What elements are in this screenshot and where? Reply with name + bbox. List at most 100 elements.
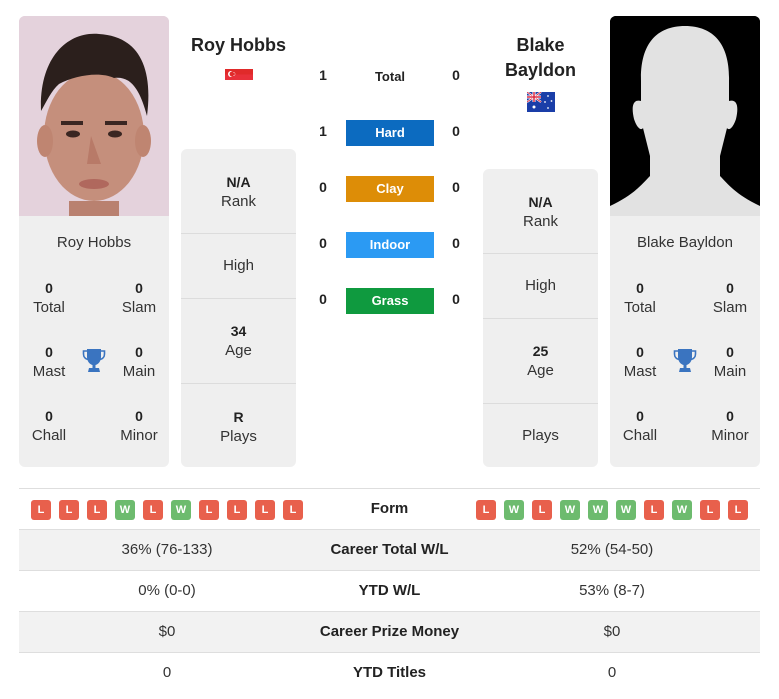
row-label: Career Total W/L bbox=[330, 541, 449, 558]
form-loss-badge[interactable]: L bbox=[199, 500, 219, 520]
comparison-row: 0 YTD Titles 0 bbox=[19, 652, 760, 693]
row-label: YTD W/L bbox=[358, 582, 421, 599]
form-loss-badge[interactable]: L bbox=[87, 500, 107, 520]
player2-card: Blake Bayldon 0 Total 0 Slam 0 Mast 0 Ma… bbox=[610, 16, 760, 467]
form-win-badge[interactable]: W bbox=[504, 500, 524, 520]
form-win-badge[interactable]: W bbox=[672, 500, 692, 520]
title-label: Total bbox=[624, 299, 656, 316]
player1-value: $0 bbox=[158, 623, 176, 640]
player2-titles-main: 0 Main bbox=[700, 342, 760, 382]
player2-card-name[interactable]: Blake Bayldon bbox=[610, 234, 760, 256]
player1-value: 36% (76-133) bbox=[121, 541, 213, 558]
form-loss-badge[interactable]: L bbox=[283, 500, 303, 520]
player1-high: High bbox=[181, 233, 296, 298]
player2-name-first: Blake bbox=[516, 35, 565, 55]
australia-flag-icon bbox=[526, 91, 555, 117]
form-loss-badge[interactable]: L bbox=[700, 500, 720, 520]
age-label: Age bbox=[527, 362, 554, 379]
player2-high: High bbox=[483, 253, 598, 318]
form-loss-badge[interactable]: L bbox=[59, 500, 79, 520]
player2-value: 0 bbox=[607, 664, 617, 681]
form-loss-badge[interactable]: L bbox=[532, 500, 552, 520]
form-win-badge[interactable]: W bbox=[588, 500, 608, 520]
rank-value: N/A bbox=[528, 194, 553, 210]
player1-name[interactable]: Roy Hobbs bbox=[181, 33, 296, 58]
h2h-p2-total: 0 bbox=[452, 67, 460, 83]
title-label: Minor bbox=[711, 427, 749, 444]
player1-titles-main: 0 Main bbox=[109, 342, 169, 382]
form-row: LLLWLWLLLL Form LWLWWWLWLL bbox=[19, 488, 760, 529]
comparison-row: 36% (76-133) Career Total W/L 52% (54-50… bbox=[19, 529, 760, 570]
player2-value: 53% (8-7) bbox=[579, 582, 645, 599]
form-win-badge[interactable]: W bbox=[560, 500, 580, 520]
form-loss-badge[interactable]: L bbox=[31, 500, 51, 520]
title-count: 0 bbox=[45, 408, 53, 424]
surface-hard-badge[interactable]: Hard bbox=[346, 120, 434, 146]
h2h-p1-clay: 0 bbox=[319, 179, 327, 195]
comparison-row: $0 Career Prize Money $0 bbox=[19, 611, 760, 652]
rank-label: Rank bbox=[220, 193, 257, 210]
player2-rank: N/A Rank bbox=[483, 169, 598, 253]
player1-stats: N/A Rank High 34 Age R Plays bbox=[181, 149, 296, 467]
title-count: 0 bbox=[45, 344, 53, 360]
player2-titles-total: 0 Total bbox=[610, 278, 670, 318]
plays-value: R bbox=[233, 409, 244, 425]
title-count: 0 bbox=[135, 344, 143, 360]
player2-photo[interactable] bbox=[610, 16, 760, 216]
singapore-flag-icon bbox=[225, 67, 253, 85]
h2h-p2-grass: 0 bbox=[452, 291, 460, 307]
player1-photo[interactable] bbox=[19, 16, 169, 216]
high-label: High bbox=[223, 257, 254, 274]
h2h-p2-indoor: 0 bbox=[452, 235, 460, 251]
trophy-icon bbox=[673, 348, 697, 374]
comparison-row: 0% (0-0) YTD W/L 53% (8-7) bbox=[19, 570, 760, 611]
player1-value: 0% (0-0) bbox=[138, 582, 196, 599]
form-loss-badge[interactable]: L bbox=[143, 500, 163, 520]
player1-age: 34 Age bbox=[181, 298, 296, 383]
age-value: 34 bbox=[230, 323, 247, 339]
player2-name[interactable]: Blake Bayldon bbox=[483, 33, 598, 83]
title-label: Main bbox=[713, 363, 747, 380]
h2h-p1-grass: 0 bbox=[319, 291, 327, 307]
title-count: 0 bbox=[726, 280, 734, 296]
row-label: YTD Titles bbox=[352, 664, 427, 681]
age-value: 25 bbox=[532, 343, 549, 359]
form-win-badge[interactable]: W bbox=[115, 500, 135, 520]
form-loss-badge[interactable]: L bbox=[644, 500, 664, 520]
player1-card-name[interactable]: Roy Hobbs bbox=[19, 234, 169, 256]
form-loss-badge[interactable]: L bbox=[728, 500, 748, 520]
h2h-p2-hard: 0 bbox=[452, 123, 460, 139]
title-label: Mast bbox=[623, 363, 657, 380]
player2-titles-chall: 0 Chall bbox=[610, 406, 670, 446]
form-win-badge[interactable]: W bbox=[171, 500, 191, 520]
surface-indoor-badge[interactable]: Indoor bbox=[346, 232, 434, 258]
h2h-p1-hard: 1 bbox=[319, 123, 327, 139]
form-win-badge[interactable]: W bbox=[616, 500, 636, 520]
player1-plays: R Plays bbox=[181, 383, 296, 467]
form-loss-badge[interactable]: L bbox=[227, 500, 247, 520]
title-count: 0 bbox=[726, 344, 734, 360]
surface-total-label: Total bbox=[374, 69, 406, 84]
player2-age: 25 Age bbox=[483, 318, 598, 403]
title-count: 0 bbox=[636, 280, 644, 296]
player1-titles: 0 Total 0 Slam 0 Mast 0 Main 0 Chall 0 M… bbox=[19, 256, 169, 456]
title-label: Mast bbox=[32, 363, 66, 380]
title-label: Chall bbox=[622, 427, 658, 444]
player2-titles: 0 Total 0 Slam 0 Mast 0 Main 0 Chall 0 M… bbox=[610, 256, 760, 456]
form-loss-badge[interactable]: L bbox=[476, 500, 496, 520]
player-silhouette-icon bbox=[610, 16, 760, 216]
player1-titles-slam: 0 Slam bbox=[109, 278, 169, 318]
player1-titles-total: 0 Total bbox=[19, 278, 79, 318]
player1-titles-minor: 0 Minor bbox=[109, 406, 169, 446]
surface-grass-badge[interactable]: Grass bbox=[346, 288, 434, 314]
player1-titles-chall: 0 Chall bbox=[19, 406, 79, 446]
form-loss-badge[interactable]: L bbox=[255, 500, 275, 520]
player1-rank: N/A Rank bbox=[181, 149, 296, 233]
age-label: Age bbox=[225, 342, 252, 359]
player2-titles-slam: 0 Slam bbox=[700, 278, 760, 318]
surface-clay-badge[interactable]: Clay bbox=[346, 176, 434, 202]
rank-value: N/A bbox=[226, 174, 251, 190]
title-count: 0 bbox=[726, 408, 734, 424]
player1-card: Roy Hobbs 0 Total 0 Slam 0 Mast 0 Main 0… bbox=[19, 16, 169, 467]
h2h-p1-total: 1 bbox=[319, 67, 327, 83]
